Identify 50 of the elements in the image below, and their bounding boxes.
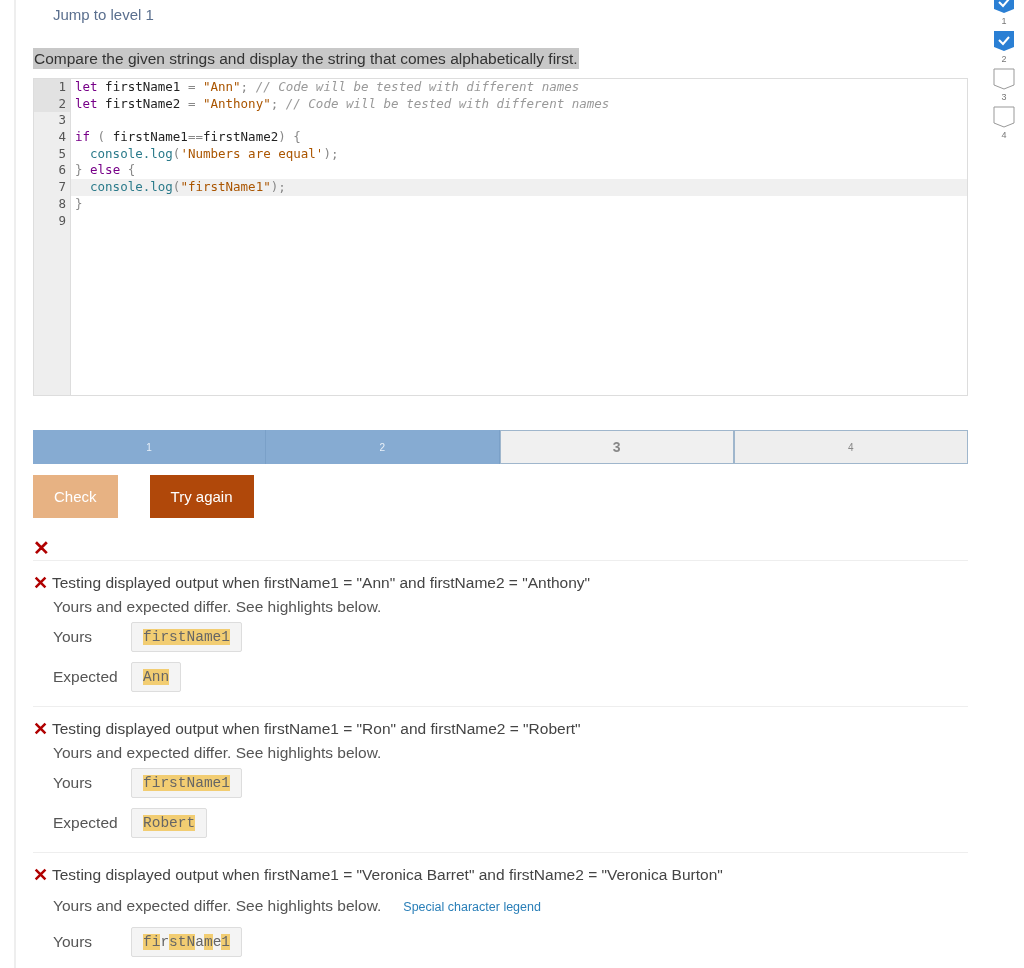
level-number: 4	[1001, 130, 1007, 140]
progress-segment: 3	[499, 430, 734, 464]
fail-mark: ✕	[33, 537, 50, 559]
line-number: 7	[57, 179, 67, 196]
output-value: firstName1	[131, 622, 242, 652]
level-number: 1	[1001, 16, 1007, 26]
output-value: Ann	[131, 662, 182, 692]
test-message: Yours and expected differ. See highlights below.	[53, 744, 382, 762]
line-number: 1	[34, 79, 70, 96]
test-title: Testing displayed output when firstName1 = "Ron" and firstName2 = "Robert"	[52, 720, 581, 738]
test-message: Yours and expected differ. See highlights below.	[53, 897, 382, 915]
test-title: Testing displayed output when firstName1 = "Ann" and firstName2 = "Anthony"	[52, 574, 591, 592]
jump-to-level-link[interactable]: Jump to level 1	[53, 6, 154, 23]
code-line: console.log('Numbers are equal');	[90, 145, 339, 161]
output-value: Robert	[131, 808, 208, 838]
line-number: 6	[57, 162, 67, 180]
output-label: Expected	[53, 668, 119, 686]
progress-segment: 2	[266, 430, 500, 464]
code-line: let firstName1 = "Ann"; // Code will be tested with different names	[75, 79, 580, 94]
instructions-text: Compare the given strings and display the string that comes alphabetically first.	[33, 48, 579, 69]
fail-mark: ✕	[33, 718, 48, 740]
line-number: 8	[57, 195, 67, 213]
code-editor[interactable]	[33, 78, 968, 396]
level-number: 2	[1001, 54, 1007, 64]
checked-level-icon[interactable]	[993, 30, 1015, 52]
level-number: 3	[1001, 92, 1007, 102]
test-message: Yours and expected differ. See highlights below.	[53, 598, 382, 616]
line-number: 5	[57, 145, 67, 163]
fail-mark: ✕	[33, 572, 48, 594]
fail-mark: ✕	[33, 864, 48, 886]
line-number: 9	[57, 212, 67, 230]
code-line: } else {	[75, 162, 136, 178]
output-label: Yours	[53, 628, 94, 646]
progress-segment: 1	[33, 430, 267, 464]
code-line: }	[75, 195, 83, 211]
special-character-legend-link[interactable]: Special character legend	[403, 900, 541, 914]
line-number: 3	[57, 112, 67, 130]
progress-segment: 4	[733, 430, 968, 464]
code-line: console.log("firstName1");	[90, 179, 286, 195]
try-again-button[interactable]: Try again	[149, 475, 254, 518]
empty-level-icon[interactable]	[993, 68, 1015, 90]
test-title: Testing displayed output when firstName1 = "Veronica Barret" and firstName2 = "Veronica Burton"	[52, 866, 723, 884]
output-label: Expected	[53, 814, 119, 832]
empty-level-icon[interactable]	[993, 106, 1015, 128]
output-value: firstName1	[131, 768, 242, 798]
output-label: Yours	[53, 774, 94, 792]
line-number: 4	[57, 129, 67, 146]
code-line: let firstName2 = "Anthony"; // Code will be tested with different names	[75, 95, 610, 111]
output-label: Yours	[53, 933, 94, 951]
code-line: if ( firstName1==firstName2) {	[75, 129, 301, 145]
